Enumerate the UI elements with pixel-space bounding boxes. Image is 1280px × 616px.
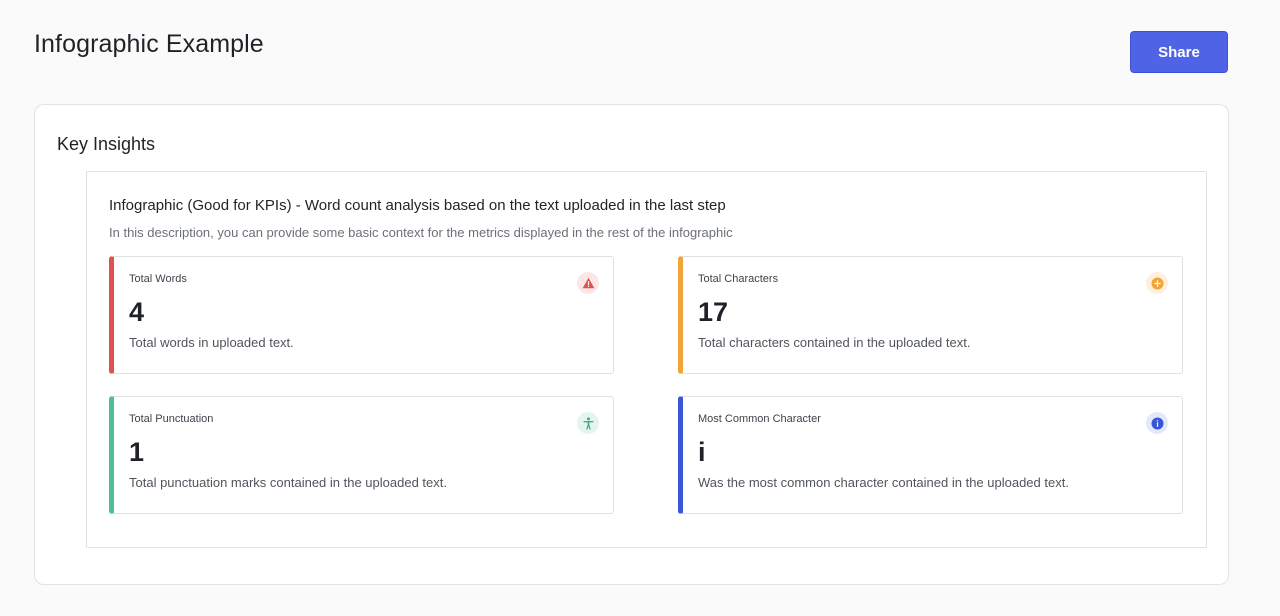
metric-card-total-punctuation: Total Punctuation 1 Total punctuation ma… (109, 396, 614, 514)
metric-description: Total words in uploaded text. (129, 335, 294, 350)
metric-label: Total Characters (698, 273, 779, 285)
metric-label: Total Words (129, 273, 187, 285)
page: Infographic Example Share Key Insights I… (0, 0, 1280, 616)
metric-card-total-words: Total Words 4 Total words in uploaded te… (109, 256, 614, 374)
metric-value: 4 (129, 297, 145, 327)
metric-value: i (698, 437, 706, 467)
metric-card-most-common-character: Most Common Character i Was the most com… (678, 396, 1183, 514)
metric-card-total-characters: Total Characters 17 Total characters con… (678, 256, 1183, 374)
share-button[interactable]: Share (1130, 31, 1228, 73)
metric-value: 1 (129, 437, 145, 467)
accessibility-icon (577, 412, 599, 434)
info-icon (1146, 412, 1168, 434)
metric-description: Was the most common character contained … (698, 475, 1069, 490)
warning-icon (577, 272, 599, 294)
metric-label: Most Common Character (698, 413, 821, 425)
plus-circle-icon (1146, 272, 1168, 294)
metric-description: Total punctuation marks contained in the… (129, 475, 447, 490)
metric-value: 17 (698, 297, 729, 327)
infographic-panel: Infographic (Good for KPIs) - Word count… (86, 171, 1207, 548)
infographic-title: Infographic (Good for KPIs) - Word count… (109, 197, 726, 214)
infographic-description: In this description, you can provide som… (109, 225, 733, 240)
insights-title: Key Insights (57, 134, 156, 154)
metric-label: Total Punctuation (129, 413, 214, 425)
page-title: Infographic Example (34, 30, 264, 58)
insights-card: Key Insights Infographic (Good for KPIs)… (34, 104, 1229, 585)
metric-description: Total characters contained in the upload… (698, 335, 971, 350)
